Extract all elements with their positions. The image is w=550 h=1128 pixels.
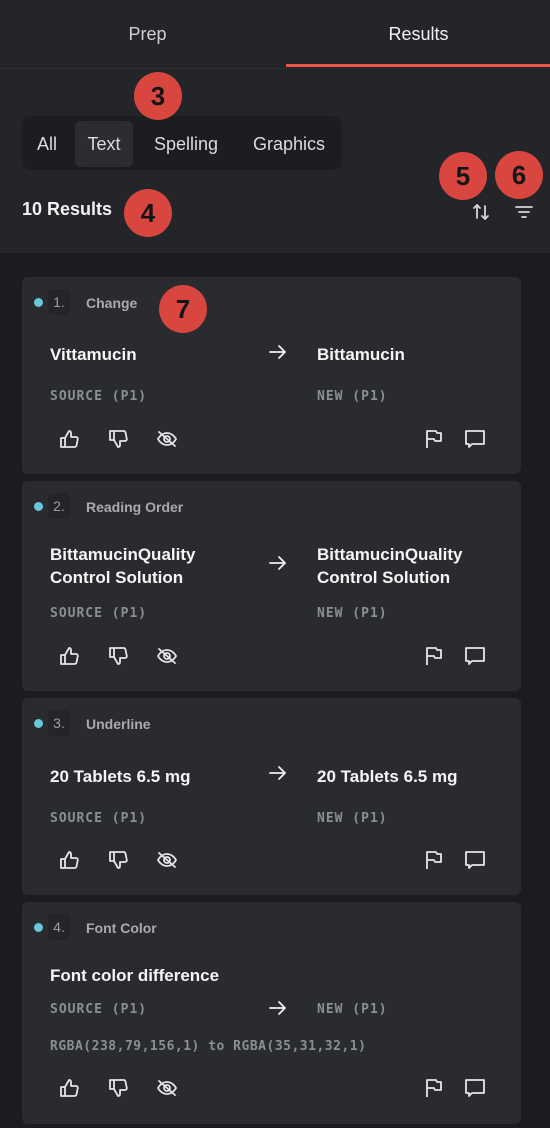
comment-button[interactable] <box>461 848 489 872</box>
thumbs-down-icon <box>109 1079 129 1097</box>
status-dot <box>34 298 43 307</box>
thumbs-down-button[interactable] <box>105 848 133 872</box>
status-dot <box>34 502 43 511</box>
arrow-right-icon <box>268 344 292 364</box>
hide-button[interactable] <box>153 644 181 668</box>
tab-results[interactable]: Results <box>287 0 550 68</box>
thumbs-down-icon <box>109 647 129 665</box>
new-label: NEW (P1) <box>317 1002 388 1017</box>
result-card-2[interactable]: 2. Reading Order BittamucinQuality Contr… <box>22 481 521 691</box>
source-text: BittamucinQuality Control Solution <box>50 545 196 587</box>
result-number: 3. <box>48 710 70 736</box>
new-label: NEW (P1) <box>317 606 388 621</box>
comment-icon <box>464 850 486 870</box>
hide-button[interactable] <box>153 427 181 451</box>
thumbs-up-icon <box>60 647 80 665</box>
arrow-right-icon <box>268 765 292 785</box>
source-text: 20 Tablets 6.5 mg <box>50 767 191 786</box>
thumbs-up-button[interactable] <box>56 1076 84 1100</box>
result-card-4[interactable]: 4. Font Color Font color difference SOUR… <box>22 902 521 1124</box>
flag-button[interactable] <box>419 848 447 872</box>
comment-icon <box>464 646 486 666</box>
source-text: Vittamucin <box>50 345 137 364</box>
source-label: SOURCE (P1) <box>50 606 148 621</box>
flag-icon <box>424 1078 442 1098</box>
status-dot <box>34 923 43 932</box>
new-label: NEW (P1) <box>317 389 388 404</box>
result-number: 2. <box>48 493 70 519</box>
hide-icon <box>156 851 178 869</box>
flag-button[interactable] <box>419 644 447 668</box>
change-type: Reading Order <box>86 499 184 515</box>
change-title: Font color difference <box>50 966 220 985</box>
callout-badge-7: 7 <box>159 285 207 333</box>
comment-icon <box>464 1078 486 1098</box>
comment-button[interactable] <box>461 427 489 451</box>
hide-icon <box>156 647 178 665</box>
change-type: Change <box>86 295 138 311</box>
result-count: 10 Results <box>22 199 113 219</box>
thumbs-down-button[interactable] <box>105 1076 133 1100</box>
new-text: BittamucinQuality Control Solution <box>317 545 463 587</box>
arrow-right-icon <box>268 555 292 575</box>
filter-all[interactable]: All <box>26 121 68 167</box>
comment-button[interactable] <box>461 644 489 668</box>
thumbs-up-button[interactable] <box>56 644 84 668</box>
filter-icon <box>514 204 534 220</box>
result-number: 1. <box>48 289 70 315</box>
tab-prep[interactable]: Prep <box>10 0 285 68</box>
arrow-right-icon <box>268 1000 292 1020</box>
result-card-3[interactable]: 3. Underline 20 Tablets 6.5 mg 20 Tablet… <box>22 698 521 895</box>
change-type: Font Color <box>86 920 157 936</box>
hide-button[interactable] <box>153 848 181 872</box>
filter-spelling[interactable]: Spelling <box>142 121 230 167</box>
thumbs-down-icon <box>109 430 129 448</box>
result-card-1[interactable]: 1. Change 7 Vittamucin Bittamucin SOURCE… <box>22 277 521 474</box>
new-label: NEW (P1) <box>317 811 388 826</box>
change-type: Underline <box>86 716 151 732</box>
comment-icon <box>464 429 486 449</box>
hide-icon <box>156 430 178 448</box>
sort-icon <box>472 202 490 222</box>
thumbs-down-icon <box>109 851 129 869</box>
comment-button[interactable] <box>461 1076 489 1100</box>
filter-button[interactable] <box>510 198 538 226</box>
flag-icon <box>424 646 442 666</box>
thumbs-up-button[interactable] <box>56 427 84 451</box>
callout-badge-5: 5 <box>439 152 487 200</box>
flag-button[interactable] <box>419 1076 447 1100</box>
source-label: SOURCE (P1) <box>50 389 148 404</box>
thumbs-up-icon <box>60 1079 80 1097</box>
active-tab-indicator <box>286 64 550 67</box>
filter-graphics[interactable]: Graphics <box>240 121 338 167</box>
tab-bar: Prep Results <box>0 0 550 69</box>
thumbs-down-button[interactable] <box>105 644 133 668</box>
callout-badge-6: 6 <box>495 151 543 199</box>
color-detail: RGBA(238,79,156,1) to RGBA(35,31,32,1) <box>50 1039 367 1054</box>
thumbs-down-button[interactable] <box>105 427 133 451</box>
status-dot <box>34 719 43 728</box>
source-label: SOURCE (P1) <box>50 1002 148 1017</box>
new-text: 20 Tablets 6.5 mg <box>317 767 458 786</box>
callout-badge-4: 4 <box>124 189 172 237</box>
hide-icon <box>156 1079 178 1097</box>
result-number: 4. <box>48 914 70 940</box>
flag-icon <box>424 429 442 449</box>
flag-button[interactable] <box>419 427 447 451</box>
sort-button[interactable] <box>467 198 495 226</box>
thumbs-up-button[interactable] <box>56 848 84 872</box>
filter-text[interactable]: Text <box>75 121 133 167</box>
new-text: Bittamucin <box>317 345 405 364</box>
thumbs-up-icon <box>60 851 80 869</box>
callout-badge-3: 3 <box>134 72 182 120</box>
hide-button[interactable] <box>153 1076 181 1100</box>
thumbs-up-icon <box>60 430 80 448</box>
flag-icon <box>424 850 442 870</box>
source-label: SOURCE (P1) <box>50 811 148 826</box>
